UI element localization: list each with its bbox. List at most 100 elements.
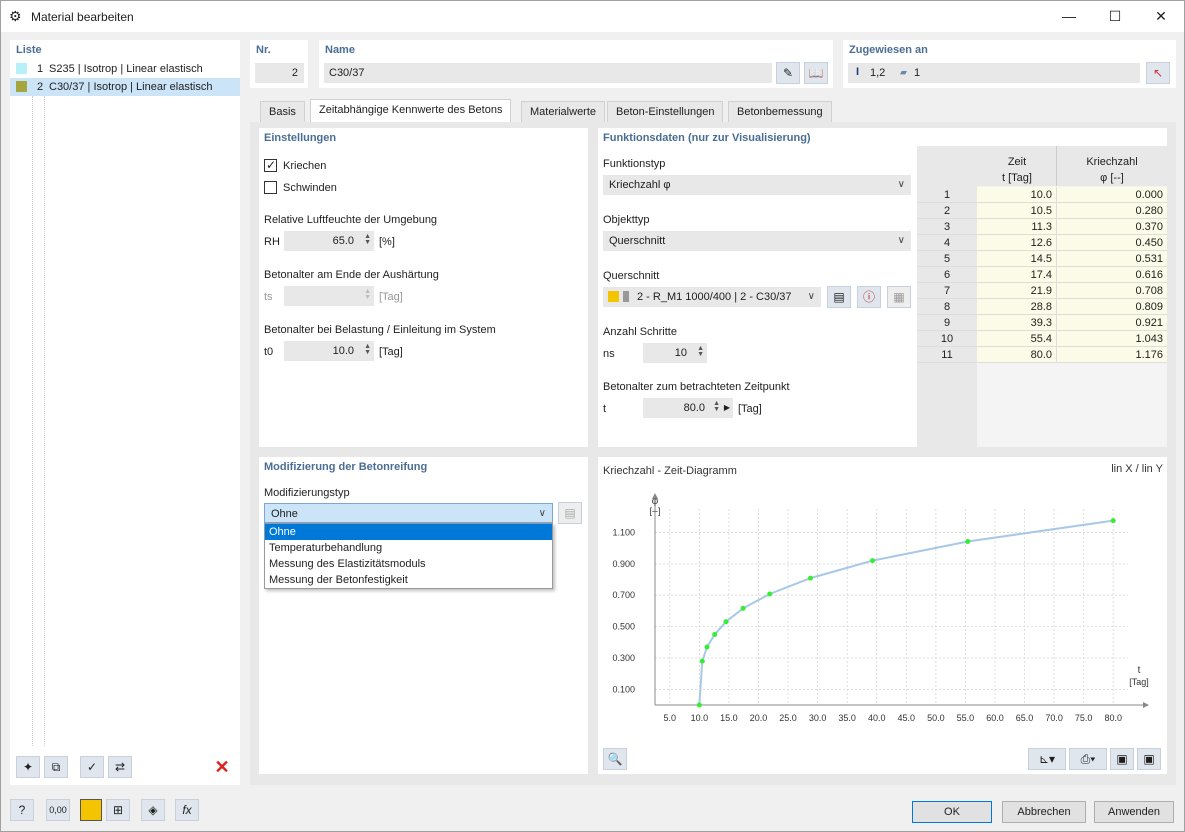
table-row[interactable]: 8 28.8 0.809	[917, 299, 1167, 315]
maximize-button[interactable]: ☐	[1092, 1, 1138, 32]
table-row[interactable]: 5 14.5 0.531	[917, 251, 1167, 267]
copy-material-icon[interactable]: ⧉	[44, 756, 68, 778]
section-info-icon[interactable]: ⓘ	[857, 286, 881, 308]
spinner-icon[interactable]: ▲ ▼	[713, 400, 720, 413]
units-icon[interactable]: 0,00	[46, 799, 70, 821]
name-field[interactable]: C30/37	[324, 63, 772, 83]
schritte-input[interactable]: 10 ▲ ▼	[643, 343, 707, 363]
row-number[interactable]: 10	[917, 331, 977, 347]
delete-icon[interactable]: ✕	[210, 756, 234, 778]
table-row[interactable]: 10 55.4 1.043	[917, 331, 1167, 347]
nr-field[interactable]: 2	[255, 63, 304, 83]
tab-betonbemessung[interactable]: Betonbemessung	[728, 101, 832, 122]
assigned-field[interactable]: I 1,2 ▰ 1	[848, 63, 1140, 83]
table-row[interactable]: 2 10.5 0.280	[917, 203, 1167, 219]
print-icon[interactable]: ⎙▾	[1069, 748, 1107, 770]
kriechen-checkbox[interactable]: ✓	[264, 158, 277, 172]
row-number[interactable]: 11	[917, 347, 977, 363]
table-row[interactable]: 9 39.3 0.921	[917, 315, 1167, 331]
time-cell[interactable]: 17.4	[977, 267, 1057, 283]
help-icon[interactable]: ?	[10, 799, 34, 821]
objekttyp-select[interactable]: Querschnitt ∨	[603, 231, 911, 251]
close-button[interactable]: ✕	[1138, 1, 1184, 32]
time-cell[interactable]: 21.9	[977, 283, 1057, 299]
row-number[interactable]: 5	[917, 251, 977, 267]
structure-icon[interactable]: ⊞	[106, 799, 130, 821]
export-all-icon[interactable]: ▣	[1137, 748, 1161, 770]
schwinden-checkbox[interactable]	[264, 181, 277, 194]
formula-icon[interactable]: fx	[175, 799, 199, 821]
t0-input[interactable]: 10.0 ▲ ▼	[284, 341, 374, 361]
library-icon[interactable]: 📖	[804, 62, 828, 84]
row-number[interactable]: 9	[917, 315, 977, 331]
creep-cell[interactable]: 1.176	[1057, 347, 1167, 363]
zoom-icon[interactable]: 🔍	[603, 748, 627, 770]
row-number[interactable]: 8	[917, 299, 977, 315]
arrow-right-icon[interactable]: ▶	[724, 398, 730, 418]
row-number[interactable]: 2	[917, 203, 977, 219]
option-temperaturbehandlung[interactable]: Temperaturbehandlung	[265, 540, 552, 556]
funktionstyp-select[interactable]: Kriechzahl φ ∨	[603, 175, 911, 195]
creep-cell[interactable]: 0.809	[1057, 299, 1167, 315]
time-cell[interactable]: 39.3	[977, 315, 1057, 331]
axis-settings-icon[interactable]: ⊾▾	[1028, 748, 1066, 770]
creep-cell[interactable]: 0.531	[1057, 251, 1167, 267]
time-cell[interactable]: 10.5	[977, 203, 1057, 219]
cancel-button[interactable]: Abbrechen	[1002, 801, 1086, 823]
time-cell[interactable]: 55.4	[977, 331, 1057, 347]
option-elastizitaetsmodul[interactable]: Messung des Elastizitätsmoduls	[265, 556, 552, 572]
time-cell[interactable]: 10.0	[977, 187, 1057, 203]
table-row[interactable]: 7 21.9 0.708	[917, 283, 1167, 299]
list-item-selected[interactable]: 2 C30/37 | Isotrop | Linear elastisch	[10, 78, 240, 96]
table-row[interactable]: 11 80.0 1.176	[917, 347, 1167, 363]
row-number[interactable]: 7	[917, 283, 977, 299]
option-ohne[interactable]: Ohne	[265, 524, 552, 540]
table-row[interactable]: 1 10.0 0.000	[917, 187, 1167, 203]
color-icon[interactable]	[80, 799, 102, 821]
creep-cell[interactable]: 0.616	[1057, 267, 1167, 283]
new-material-icon[interactable]: ✦	[16, 756, 40, 778]
tab-beton-einstellungen[interactable]: Beton-Einstellungen	[607, 101, 724, 122]
row-number[interactable]: 3	[917, 219, 977, 235]
option-betonfestigkeit[interactable]: Messung der Betonfestigkeit	[265, 572, 552, 588]
rh-input[interactable]: 65.0 ▲ ▼	[284, 231, 374, 251]
time-cell[interactable]: 14.5	[977, 251, 1057, 267]
edit-name-icon[interactable]: ✎	[776, 62, 800, 84]
zeitpunkt-input[interactable]: 80.0 ▲ ▼ ▶	[643, 398, 733, 418]
querschnitt-select[interactable]: 2 - R_M1 1000/400 | 2 - C30/37 ∨	[603, 287, 821, 307]
creep-cell[interactable]: 0.370	[1057, 219, 1167, 235]
ok-button[interactable]: OK	[912, 801, 992, 823]
table-row[interactable]: 3 11.3 0.370	[917, 219, 1167, 235]
row-number[interactable]: 6	[917, 267, 977, 283]
check-selected-icon[interactable]: ⇄	[108, 756, 132, 778]
view-icon[interactable]: ◈	[141, 799, 165, 821]
tab-basis[interactable]: Basis	[260, 101, 305, 122]
spinner-icon[interactable]: ▲ ▼	[697, 345, 704, 358]
tab-materialwerte[interactable]: Materialwerte	[521, 101, 606, 122]
spinner-icon[interactable]: ▲ ▼	[364, 233, 371, 246]
creep-cell[interactable]: 0.921	[1057, 315, 1167, 331]
check-all-icon[interactable]: ✓	[80, 756, 104, 778]
time-cell[interactable]: 28.8	[977, 299, 1057, 315]
table-row[interactable]: 6 17.4 0.616	[917, 267, 1167, 283]
creep-cell[interactable]: 0.708	[1057, 283, 1167, 299]
time-cell[interactable]: 11.3	[977, 219, 1057, 235]
tab-zeitabhaengig[interactable]: Zeitabhängige Kennwerte des Betons	[310, 99, 512, 123]
creep-cell[interactable]: 1.043	[1057, 331, 1167, 347]
table-row[interactable]: 4 12.6 0.450	[917, 235, 1167, 251]
row-number[interactable]: 4	[917, 235, 977, 251]
section-library-icon[interactable]: ▤	[827, 286, 851, 308]
modifizierungstyp-select[interactable]: Ohne ∨	[264, 503, 553, 523]
time-cell[interactable]: 80.0	[977, 347, 1057, 363]
list-item[interactable]: 1 S235 | Isotrop | Linear elastisch	[10, 60, 240, 78]
creep-cell[interactable]: 0.000	[1057, 187, 1167, 203]
export-icon[interactable]: ▣	[1110, 748, 1134, 770]
creep-cell[interactable]: 0.280	[1057, 203, 1167, 219]
row-number[interactable]: 1	[917, 187, 977, 203]
apply-button[interactable]: Anwenden	[1094, 801, 1174, 823]
spinner-icon[interactable]: ▲ ▼	[364, 343, 371, 356]
pick-assignment-icon[interactable]: ↖	[1146, 62, 1170, 84]
minimize-button[interactable]: —	[1046, 1, 1092, 32]
time-cell[interactable]: 12.6	[977, 235, 1057, 251]
creep-cell[interactable]: 0.450	[1057, 235, 1167, 251]
